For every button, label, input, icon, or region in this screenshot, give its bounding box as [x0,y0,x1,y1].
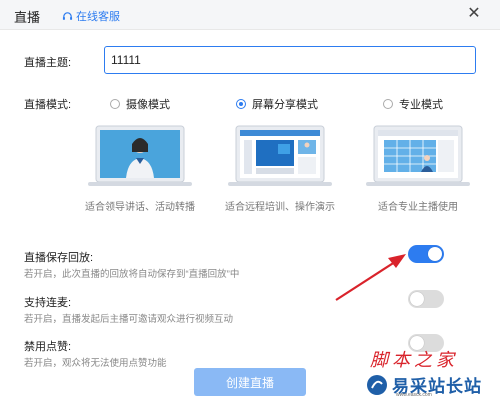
save-replay-toggle[interactable] [408,245,444,263]
screen-share-caption: 适合远程培训、操作演示 [225,202,335,213]
screen-share-illustration[interactable] [228,124,332,190]
watermark-jb51: 脚本之家 [370,350,458,370]
radio-screen-share-mode[interactable]: 屏幕分享模式 [236,96,318,112]
window-title: 直播 [14,10,41,25]
online-service-link[interactable]: 在线客服 [62,8,120,24]
radio-dot [110,99,120,109]
topic-input[interactable] [104,46,476,74]
radio-camera-mode[interactable]: 摄像模式 [110,96,170,112]
camera-mode-caption: 适合领导讲话、活动转播 [85,202,195,213]
annotation-arrow-icon [335,254,406,301]
camera-mode-illustration[interactable] [88,124,192,190]
mode-label: 直播模式: [24,99,72,111]
radio-dot [236,99,246,109]
toggle-knob [428,247,442,261]
save-replay-desc: 若开启，此次直播的回放将自动保存到“直播回放”中 [24,269,240,280]
pro-mode-illustration[interactable] [366,124,470,190]
headset-icon [62,11,73,20]
co-host-title: 支持连麦: [24,297,72,309]
title-bar: 直播 在线客服 ✕ [0,0,500,30]
watermark-logo-icon [367,375,387,395]
disable-like-title: 禁用点赞: [24,341,72,353]
radio-pro-mode[interactable]: 专业模式 [383,96,443,112]
disable-like-desc: 若开启，观众将无法使用点赞功能 [24,358,167,369]
online-service-label: 在线客服 [76,11,120,23]
pro-mode-caption: 适合专业主播使用 [378,202,458,213]
camera-mode-label: 摄像模式 [126,99,170,111]
pro-mode-label: 专业模式 [399,99,443,111]
radio-dot [383,99,393,109]
close-icon[interactable]: ✕ [466,4,482,24]
toggle-knob [410,292,424,306]
screen-share-mode-label: 屏幕分享模式 [252,99,318,111]
create-live-button[interactable]: 创建直播 [194,368,306,396]
watermark-url: www.easck.com [396,392,432,398]
co-host-toggle[interactable] [408,290,444,308]
save-replay-title: 直播保存回放: [24,252,94,264]
co-host-desc: 若开启，直播发起后主播可邀请观众进行视频互动 [24,314,234,325]
topic-label: 直播主题: [24,57,72,69]
